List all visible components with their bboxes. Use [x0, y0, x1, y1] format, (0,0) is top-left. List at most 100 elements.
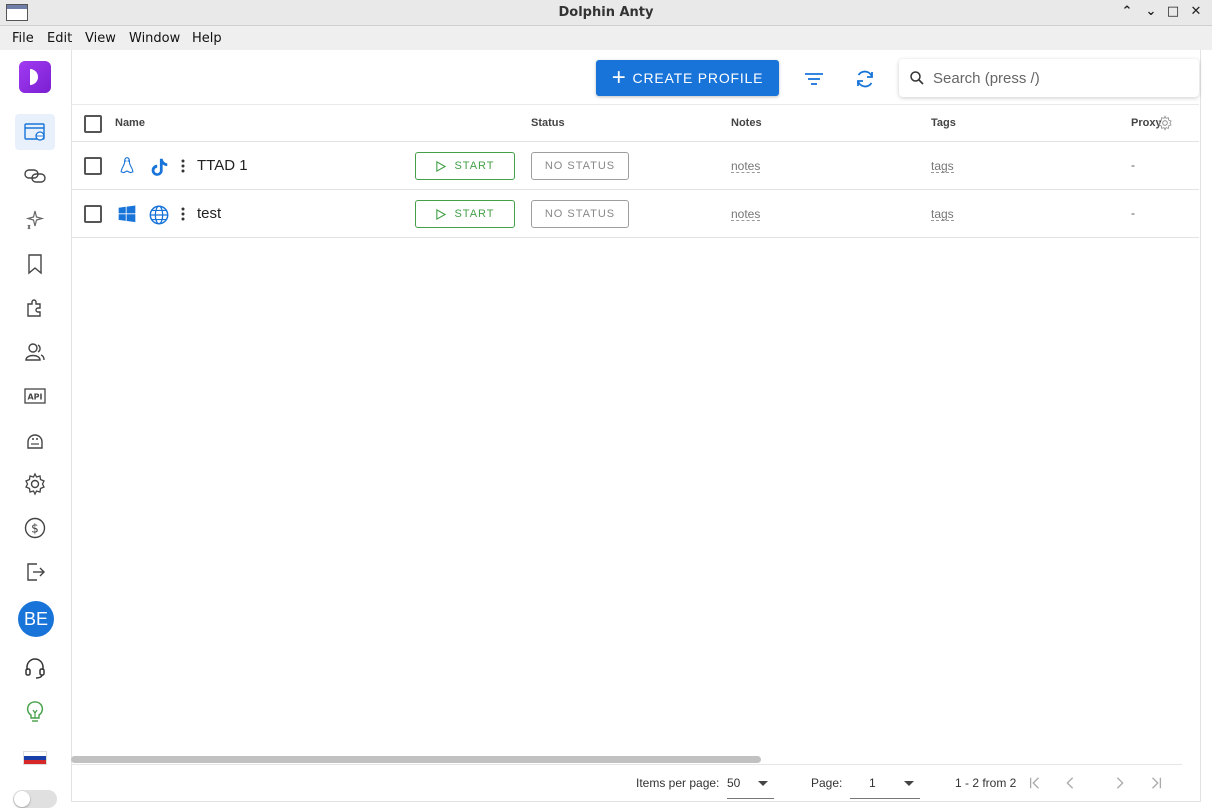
create-profile-button[interactable]: + CREATE PROFILE: [596, 60, 779, 96]
column-notes[interactable]: Notes: [731, 117, 762, 129]
filter-button[interactable]: [800, 65, 828, 93]
table-row[interactable]: TTAD 1 START NO STATUS notes tags -: [71, 142, 1199, 190]
profile-name[interactable]: test: [197, 205, 221, 222]
sidebar-item-ideas[interactable]: [15, 694, 55, 730]
search-icon: [910, 71, 924, 85]
chevron-right-icon: [1116, 777, 1124, 789]
kebab-menu-icon[interactable]: [181, 159, 185, 173]
users-icon: [25, 343, 45, 361]
puzzle-icon: [27, 299, 41, 317]
sidebar-item-automation[interactable]: [15, 202, 55, 238]
sidebar-item-profiles[interactable]: [15, 114, 55, 150]
sidebar-item-users[interactable]: [15, 334, 55, 370]
theme-toggle[interactable]: [13, 790, 57, 808]
items-per-page-label: Items per page:: [636, 776, 720, 790]
dolphin-logo[interactable]: [19, 61, 51, 93]
status-button[interactable]: NO STATUS: [531, 152, 629, 180]
notes-link[interactable]: notes: [731, 160, 761, 173]
menu-window[interactable]: Window: [129, 31, 180, 46]
profiles-table: Name Status Notes Tags Proxy TTAD 1 STAR…: [71, 104, 1199, 754]
robot-icon: [27, 434, 43, 449]
plus-icon: +: [611, 64, 627, 91]
kebab-menu-icon[interactable]: [181, 207, 185, 221]
table-row[interactable]: test START NO STATUS notes tags -: [71, 190, 1199, 238]
sidebar-item-logout[interactable]: [15, 554, 55, 590]
profile-name[interactable]: TTAD 1: [197, 157, 248, 174]
row-checkbox[interactable]: [84, 205, 102, 223]
title-bar: Dolphin Anty ⌃ ⌄ □ ✕: [0, 0, 1212, 26]
column-settings-gear-icon[interactable]: [1157, 115, 1173, 131]
page-value: 1: [869, 776, 876, 790]
chevron-down-icon: [904, 781, 914, 786]
notes-link[interactable]: notes: [731, 208, 761, 221]
sidebar-item-settings[interactable]: [15, 466, 55, 502]
column-status[interactable]: Status: [531, 117, 565, 129]
windows-icon: [118, 205, 136, 223]
table-header: Name Status Notes Tags Proxy: [71, 105, 1199, 142]
close-button[interactable]: ✕: [1187, 3, 1205, 21]
start-button[interactable]: START: [415, 200, 515, 228]
tiktok-icon: [151, 158, 168, 176]
avatar[interactable]: BE: [18, 601, 54, 637]
sidebar-item-extensions[interactable]: [15, 290, 55, 326]
menu-view[interactable]: View: [85, 31, 116, 46]
headset-icon: [25, 658, 45, 679]
items-per-page-select[interactable]: 50: [727, 771, 774, 799]
start-label: START: [454, 160, 495, 172]
select-all-checkbox[interactable]: [84, 115, 102, 133]
sidebar-item-cookie-robot[interactable]: [15, 422, 55, 458]
svg-text:$: $: [31, 522, 39, 536]
sparkle-icon: [25, 210, 45, 230]
language-flag-icon[interactable]: [23, 751, 47, 765]
menu-edit[interactable]: Edit: [47, 31, 72, 46]
menu-bar: File Edit View Window Help: [0, 26, 1212, 50]
sidebar-item-api[interactable]: API: [15, 378, 55, 414]
globe-icon: [149, 205, 169, 225]
refresh-icon: [857, 70, 873, 88]
status-button[interactable]: NO STATUS: [531, 200, 629, 228]
items-per-page-value: 50: [727, 776, 741, 790]
start-label: START: [454, 208, 495, 220]
tags-link[interactable]: tags: [931, 208, 954, 221]
tags-link[interactable]: tags: [931, 160, 954, 173]
row-checkbox[interactable]: [84, 157, 102, 175]
browser-profiles-icon: [24, 123, 45, 141]
column-tags[interactable]: Tags: [931, 117, 956, 129]
play-icon: [436, 160, 447, 172]
last-page-button[interactable]: [1147, 774, 1165, 792]
search-box: [899, 59, 1199, 97]
logout-icon: [27, 563, 45, 581]
dollar-icon: $: [24, 517, 46, 539]
search-input[interactable]: [933, 67, 1183, 89]
sidebar-item-bookmarks[interactable]: [15, 246, 55, 282]
sidebar-item-proxies[interactable]: [15, 158, 55, 194]
api-icon: API: [24, 388, 46, 404]
lightbulb-icon: [26, 701, 44, 722]
refresh-button[interactable]: [851, 65, 879, 93]
link-icon: [24, 169, 46, 183]
previous-page-button[interactable]: [1061, 774, 1079, 792]
sidebar-item-support[interactable]: [15, 650, 55, 686]
collapse-icon[interactable]: ⌃: [1118, 3, 1136, 21]
last-page-icon: [1152, 777, 1162, 789]
window-title: Dolphin Anty: [558, 5, 654, 20]
sidebar-item-billing[interactable]: $: [15, 510, 55, 546]
page-select[interactable]: 1: [850, 771, 920, 799]
horizontal-scrollbar[interactable]: [71, 756, 761, 763]
chevron-down-icon: [758, 781, 768, 786]
first-page-icon: [1029, 777, 1039, 789]
column-name[interactable]: Name: [115, 117, 145, 129]
maximize-button[interactable]: □: [1164, 3, 1182, 21]
sidebar: API $ BE: [0, 50, 71, 808]
next-page-button[interactable]: [1111, 774, 1129, 792]
page-label: Page:: [811, 776, 843, 790]
menu-file[interactable]: File: [12, 31, 34, 46]
minimize-button[interactable]: ⌄: [1142, 3, 1160, 21]
scroll-track: [71, 764, 1182, 765]
menu-help[interactable]: Help: [192, 31, 222, 46]
chevron-left-icon: [1066, 777, 1074, 789]
proxy-value: -: [1131, 158, 1135, 172]
play-icon: [436, 208, 447, 220]
start-button[interactable]: START: [415, 152, 515, 180]
first-page-button[interactable]: [1026, 774, 1044, 792]
